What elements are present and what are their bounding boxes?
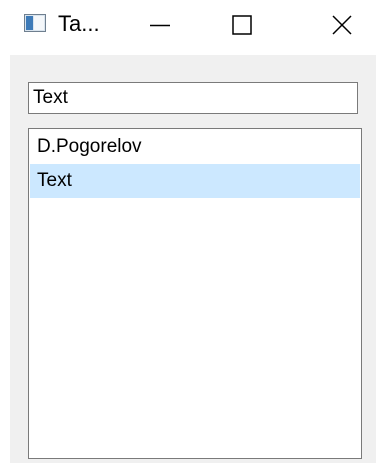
close-icon xyxy=(332,15,352,35)
text-input[interactable] xyxy=(28,82,358,114)
application-window: Ta... D.Pogorelov Text xyxy=(0,0,376,470)
client-area: D.Pogorelov Text xyxy=(10,55,376,463)
close-button[interactable] xyxy=(312,0,372,50)
minimize-icon xyxy=(150,24,170,27)
listbox[interactable]: D.Pogorelov Text xyxy=(28,128,362,459)
maximize-button[interactable] xyxy=(212,0,272,50)
minimize-button[interactable] xyxy=(130,0,190,50)
title-bar[interactable]: Ta... xyxy=(0,0,376,50)
maximize-icon xyxy=(232,15,252,35)
list-item-selected[interactable]: Text xyxy=(30,164,360,198)
window-title: Ta... xyxy=(58,11,100,36)
list-item[interactable]: D.Pogorelov xyxy=(30,130,360,164)
window-app-icon[interactable] xyxy=(24,14,46,32)
